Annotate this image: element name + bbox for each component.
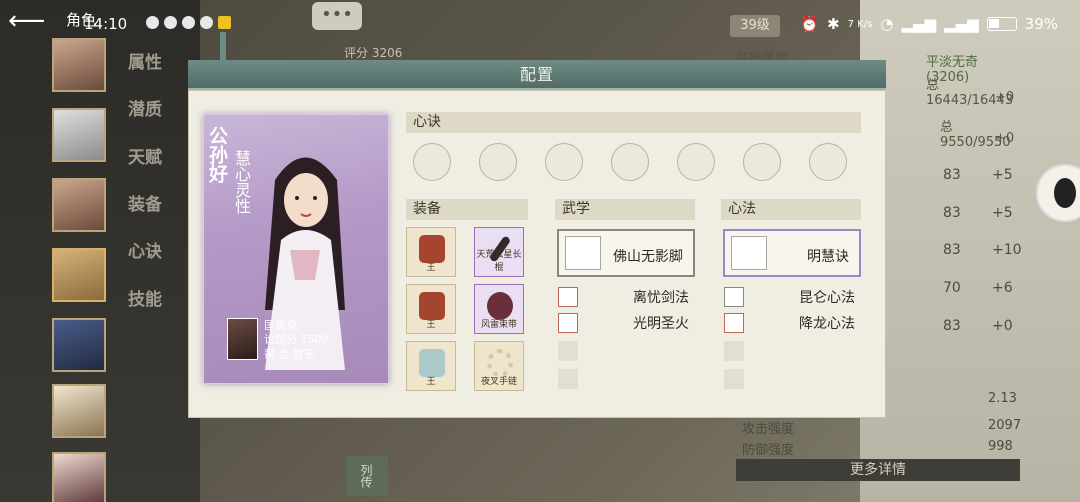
- martial-header: 武学: [555, 199, 695, 220]
- armor-icon: [419, 292, 445, 320]
- equipment-armor[interactable]: 王: [406, 284, 456, 334]
- biography-button[interactable]: 列传: [346, 456, 388, 496]
- attack-value: 2097: [988, 418, 1022, 433]
- character-name: 公孙好: [206, 126, 228, 183]
- xinfa-skill-1[interactable]: 昆仑心法: [799, 287, 855, 307]
- character-portrait[interactable]: [52, 108, 106, 162]
- xinjue-slot[interactable]: [611, 143, 649, 181]
- defense-value: 998: [988, 439, 1013, 454]
- menu-skills[interactable]: 技能: [128, 285, 162, 310]
- wechat-icon: [146, 16, 159, 29]
- signal-icon-2: ▂▄▆: [944, 15, 979, 33]
- kunlun-skill-icon: [724, 287, 744, 307]
- martial-skill-2[interactable]: 光明圣火: [633, 313, 689, 333]
- mail-icon: [218, 16, 231, 29]
- xinfa-main-skill[interactable]: 明慧诀: [723, 229, 861, 277]
- sword-skill-icon: [558, 287, 578, 307]
- martial-main-skill[interactable]: 佛山无影脚: [557, 229, 695, 277]
- defense-label: 防御强度: [742, 443, 795, 458]
- modal-title: 配置: [188, 60, 886, 90]
- equipment-header: 装备: [406, 199, 528, 220]
- signal-icon: ▂▄▆: [901, 15, 937, 33]
- xinfa-header: 心法: [721, 199, 861, 220]
- xinjue-slot[interactable]: [743, 143, 781, 181]
- score-text: 评分 3206: [344, 46, 403, 60]
- menu-equipment[interactable]: 装备: [128, 190, 162, 215]
- helmet-icon: [419, 235, 445, 263]
- status-bar: ⟵ 角色 14:10 ⏰ ✱ 7 K/s ◔ ▂▄▆ ▂▄▆ 39%: [0, 0, 1080, 36]
- crit-value: 2.13: [988, 391, 1017, 406]
- equipment-boots[interactable]: 王: [406, 341, 456, 391]
- martial-skill-1[interactable]: 离忧剑法: [633, 287, 689, 307]
- hp-plus: +0: [995, 90, 1015, 105]
- stat-increase: +5: [992, 167, 1013, 183]
- character-portrait[interactable]: [52, 38, 106, 92]
- xinjue-slot[interactable]: [677, 143, 715, 181]
- stat-increase: +6: [992, 280, 1013, 296]
- meditation-icon: [731, 236, 767, 270]
- equipment-weapon[interactable]: 天荒玄星长棍: [474, 227, 524, 277]
- empty-skill-slot[interactable]: [724, 369, 744, 389]
- stat-increase: +0: [992, 318, 1013, 334]
- xinjue-slot[interactable]: [545, 143, 583, 181]
- xinjue-slot[interactable]: [413, 143, 451, 181]
- empty-skill-slot[interactable]: [724, 341, 744, 361]
- more-details-button[interactable]: 更多详情: [736, 459, 1020, 481]
- character-trait: 慧心灵性: [232, 150, 251, 214]
- menu-xinjue[interactable]: 心诀: [128, 237, 162, 262]
- xinjue-slot[interactable]: [479, 143, 517, 181]
- character-portrait[interactable]: [52, 178, 106, 232]
- equipment-helmet[interactable]: 王: [406, 227, 456, 277]
- notification-icons: [146, 16, 231, 29]
- character-portrait[interactable]: [52, 384, 106, 438]
- stat-value: 83: [943, 318, 961, 334]
- battery-percent: 39%: [1024, 15, 1058, 33]
- stat-increase: +10: [992, 242, 1022, 258]
- equipment-bracelet[interactable]: 夜叉手链: [474, 341, 524, 391]
- stat-value: 83: [943, 205, 961, 221]
- dragon-skill-icon: [724, 313, 744, 333]
- empty-skill-slot[interactable]: [558, 341, 578, 361]
- menu-attributes[interactable]: 属性: [128, 48, 162, 73]
- battery-icon: [986, 17, 1017, 31]
- alarm-icon: ⏰: [800, 15, 820, 33]
- character-portrait[interactable]: [52, 452, 106, 502]
- menu-talent[interactable]: 天赋: [128, 143, 162, 168]
- character-portrait-selected[interactable]: [52, 248, 106, 302]
- owner-avatar: [227, 318, 258, 360]
- status-time: 14:10: [84, 15, 128, 33]
- wifi-icon: ◔: [880, 15, 894, 33]
- owner-guild: 帮 会 暂无: [264, 348, 315, 361]
- fire-skill-icon: [558, 313, 578, 333]
- xinjue-slot[interactable]: [809, 143, 847, 181]
- boots-icon: [419, 349, 445, 377]
- xinfa-skill-2[interactable]: 降龙心法: [799, 313, 855, 333]
- more-options-button[interactable]: •••: [312, 2, 362, 30]
- attack-label: 攻击强度: [742, 422, 795, 437]
- bracelet-icon: [487, 349, 513, 377]
- net-speed: 7 K/s: [847, 18, 873, 30]
- back-arrow-icon[interactable]: ⟵: [8, 6, 45, 36]
- stat-increase: +5: [992, 205, 1013, 221]
- stat-value: 83: [943, 242, 961, 258]
- stat-value: 83: [943, 167, 961, 183]
- empty-skill-slot[interactable]: [558, 369, 578, 389]
- equipment-belt[interactable]: 风雷束带: [474, 284, 524, 334]
- browser-icon: [200, 16, 213, 29]
- owner-score: 论剑分 1500: [264, 333, 329, 346]
- kick-icon: [565, 236, 601, 270]
- character-portrait[interactable]: [52, 318, 106, 372]
- status-right: ⏰ ✱ 7 K/s ◔ ▂▄▆ ▂▄▆ 39%: [800, 15, 1058, 33]
- app-icon: [182, 16, 195, 29]
- xinjue-header: 心诀: [406, 112, 861, 133]
- belt-icon: [487, 292, 513, 320]
- level-badge: 39级: [730, 15, 780, 37]
- menu-potential[interactable]: 潜质: [128, 95, 162, 120]
- mp-plus: +0: [995, 131, 1015, 146]
- stat-value: 70: [943, 280, 961, 296]
- bluetooth-icon: ✱: [827, 15, 840, 33]
- chat-icon: [164, 16, 177, 29]
